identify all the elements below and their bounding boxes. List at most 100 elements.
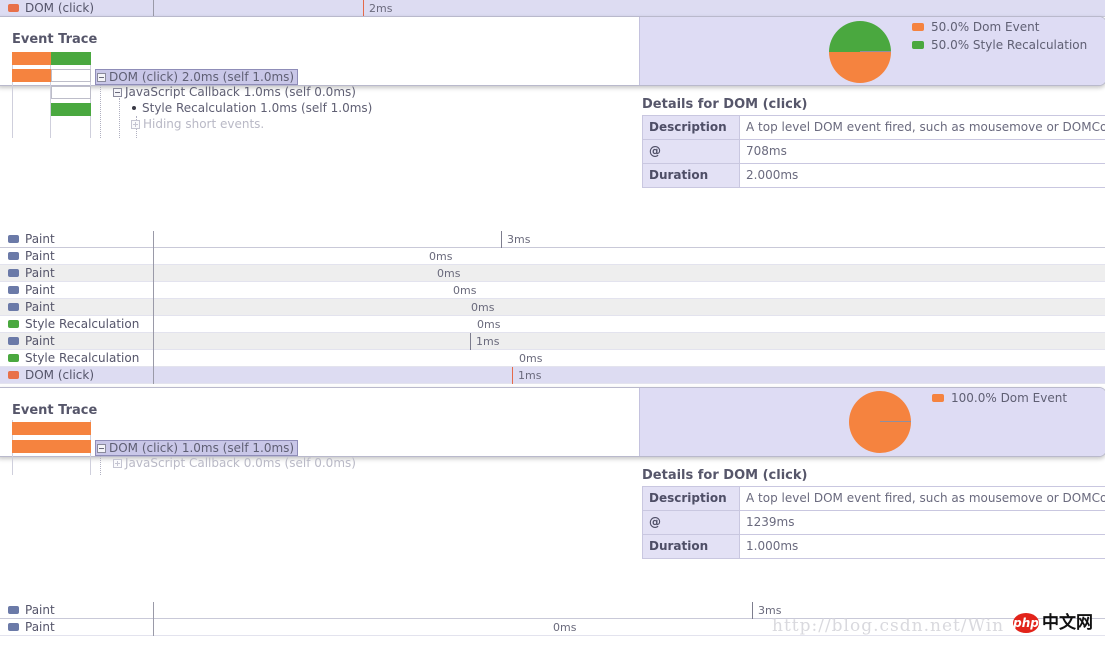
- tree-guide: [100, 453, 101, 475]
- trace-bar-dom-click[interactable]: [12, 69, 91, 82]
- details-key: Description: [642, 115, 740, 140]
- timeline-row-name: DOM (click): [25, 368, 95, 382]
- timeline-row[interactable]: Paint 3ms: [0, 230, 1105, 248]
- trace-seg-dom-event: [12, 422, 91, 435]
- timeline-duration-label: 0ms: [553, 620, 577, 634]
- expand-icon[interactable]: [113, 458, 122, 468]
- timeline-duration-label: 2ms: [369, 1, 393, 15]
- details-row: Duration 2.000ms: [642, 163, 1105, 188]
- timeline-track[interactable]: 3ms: [153, 230, 1105, 248]
- timeline-row[interactable]: DOM (click) 2ms: [0, 0, 1105, 17]
- timeline-row-name: Style Recalculation: [25, 317, 140, 331]
- trace-bar-total: [12, 422, 91, 435]
- timeline-track[interactable]: 1ms: [153, 332, 1105, 350]
- event-trace-title-one: Event Trace: [12, 32, 98, 47]
- timeline-track[interactable]: 0ms: [153, 298, 1105, 316]
- event-trace-tree-row[interactable]: DOM (click) 1.0ms (self 1.0ms): [95, 440, 299, 456]
- paint-swatch: [8, 623, 19, 631]
- details-value: A top level DOM event fired, such as mou…: [739, 486, 1105, 511]
- timeline-row-name: Paint: [25, 603, 55, 617]
- timeline-row-name: Paint: [25, 620, 55, 634]
- expand-icon[interactable]: [131, 119, 140, 129]
- timeline-duration-label: 1ms: [476, 334, 500, 348]
- timeline-event-tick: [470, 332, 471, 350]
- legend-label: 50.0% Style Recalculation: [931, 38, 1088, 52]
- timeline-row[interactable]: Paint 0ms: [0, 247, 1105, 265]
- style-swatch: [8, 354, 19, 362]
- timeline-row-label: Paint: [0, 232, 153, 246]
- details-title: Details for DOM (click): [642, 97, 808, 112]
- collapse-icon[interactable]: [97, 72, 106, 82]
- paint-swatch: [8, 252, 19, 260]
- dom-swatch: [8, 371, 19, 379]
- timeline-row-name: Paint: [25, 232, 55, 246]
- pie-chart-two: [849, 391, 911, 453]
- watermark-logo: php 中文网: [1013, 613, 1093, 633]
- watermark-url: http://blog.csdn.net/Win: [772, 616, 1005, 636]
- timeline-track[interactable]: 0ms: [153, 247, 1105, 265]
- timeline-row[interactable]: Paint 0ms: [0, 264, 1105, 282]
- timeline-track[interactable]: 0ms: [153, 281, 1105, 299]
- event-trace-tree-row[interactable]: DOM (click) 2.0ms (self 1.0ms): [95, 69, 299, 85]
- timeline-event-tick: [512, 366, 513, 384]
- style-swatch: [8, 320, 19, 328]
- trace-seg-style-recalc: [51, 52, 91, 65]
- timeline-row-name: Paint: [25, 266, 55, 280]
- trace-seg-dom-event: [12, 69, 51, 82]
- timeline-row-label: DOM (click): [0, 368, 153, 382]
- collapse-icon[interactable]: [113, 87, 122, 97]
- timeline-row-label: Style Recalculation: [0, 317, 153, 331]
- event-trace-title-two: Event Trace: [12, 403, 98, 418]
- timeline-duration-label: 0ms: [477, 317, 501, 331]
- trace-seg-empty: [51, 86, 91, 99]
- timeline-row[interactable]: Style Recalculation 0ms: [0, 315, 1105, 333]
- timeline-row[interactable]: DOM (click) 1ms: [0, 366, 1105, 384]
- timeline-row-label: Paint: [0, 334, 153, 348]
- timeline-row[interactable]: Paint 0ms: [0, 281, 1105, 299]
- timeline-row-label: Paint: [0, 603, 153, 617]
- event-trace-tree-row[interactable]: JavaScript Callback 1.0ms (self 0.0ms): [113, 85, 356, 99]
- timeline-track[interactable]: 0ms: [153, 315, 1105, 333]
- event-trace-tree-label: Hiding short events.: [143, 117, 265, 131]
- dom-swatch: [8, 4, 19, 12]
- event-trace-tree-row[interactable]: Style Recalculation 1.0ms (self 1.0ms): [131, 101, 372, 115]
- timeline-duration-label: 1ms: [518, 368, 542, 382]
- timeline-track[interactable]: 1ms: [153, 366, 1105, 384]
- timeline-row-name: Paint: [25, 249, 55, 263]
- trace-bar-dom-click[interactable]: [12, 440, 91, 453]
- timeline-duration-label: 3ms: [507, 232, 531, 246]
- leaf-bullet-icon: [132, 106, 136, 110]
- event-trace-tree-label: DOM (click) 1.0ms (self 1.0ms): [109, 441, 295, 455]
- timeline-track[interactable]: 0ms: [153, 264, 1105, 282]
- timeline-row[interactable]: Style Recalculation 0ms: [0, 349, 1105, 367]
- details-key: Description: [642, 486, 740, 511]
- timeline-row[interactable]: Paint 1ms: [0, 332, 1105, 350]
- details-table: Description A top level DOM event fired, …: [642, 486, 1105, 559]
- timeline-track[interactable]: 2ms: [153, 0, 1105, 17]
- event-trace-tree-label: JavaScript Callback 1.0ms (self 0.0ms): [125, 85, 356, 99]
- timeline-row-label: DOM (click): [0, 1, 153, 15]
- event-trace-tree-row[interactable]: JavaScript Callback 0.0ms (self 0.0ms): [113, 456, 356, 470]
- tree-guide: [119, 98, 120, 138]
- trace-bar-style-recalc[interactable]: [51, 103, 91, 116]
- legend-label: 100.0% Dom Event: [951, 391, 1068, 405]
- timeline-row-label: Paint: [0, 249, 153, 263]
- legend-label: 50.0% Dom Event: [931, 20, 1040, 34]
- legend-swatch: [912, 23, 924, 31]
- timeline-duration-label: 0ms: [437, 266, 461, 280]
- pie-divider-line: [880, 421, 911, 422]
- legend-item: 50.0% Style Recalculation: [912, 36, 1087, 54]
- trace-bar-js-callback[interactable]: [51, 86, 91, 99]
- legend-item: 100.0% Dom Event: [932, 389, 1067, 407]
- details-panel-one: Details for DOM (click) Description A top…: [642, 97, 1105, 188]
- trace-seg-style-recalc: [51, 103, 91, 116]
- details-table: Description A top level DOM event fired, …: [642, 115, 1105, 188]
- details-row: Duration 1.000ms: [642, 534, 1105, 559]
- legend-swatch: [932, 394, 944, 402]
- timeline-track[interactable]: 0ms: [153, 349, 1105, 367]
- details-row: Description A top level DOM event fired, …: [642, 115, 1105, 140]
- collapse-icon[interactable]: [97, 443, 106, 453]
- event-trace-tree-row[interactable]: Hiding short events.: [131, 117, 264, 131]
- timeline-row[interactable]: Paint 0ms: [0, 298, 1105, 316]
- details-value: A top level DOM event fired, such as mou…: [739, 115, 1105, 140]
